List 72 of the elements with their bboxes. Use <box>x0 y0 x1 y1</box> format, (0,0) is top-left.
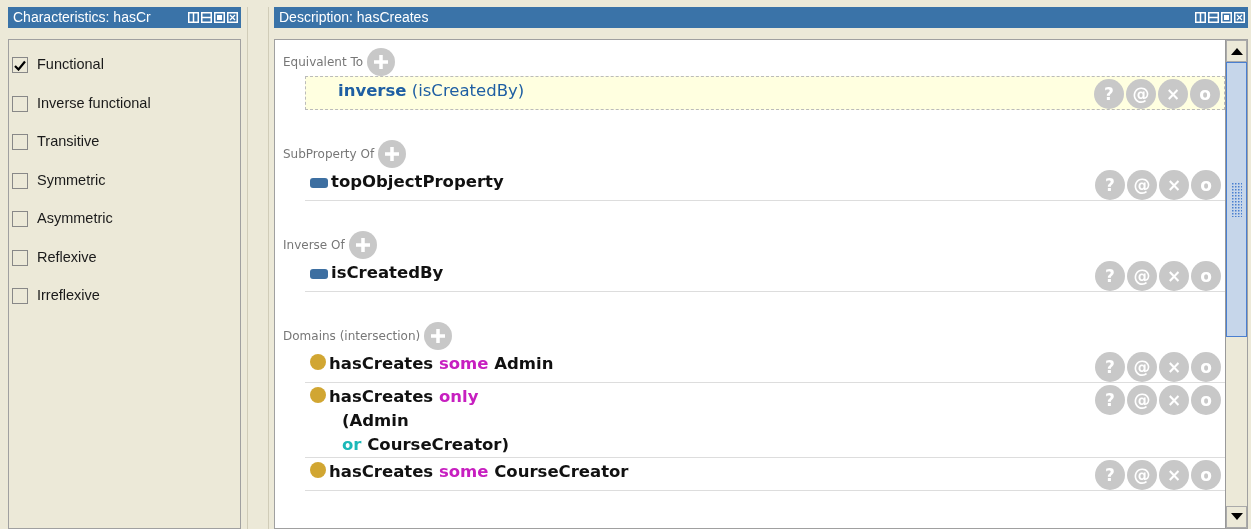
section-label: SubProperty Of <box>283 146 375 163</box>
delete-button[interactable]: × <box>1159 460 1189 490</box>
checkbox[interactable] <box>12 211 28 228</box>
checkbox-label: Symmetric <box>37 170 106 190</box>
expression-text: inverse (isCreatedBy) <box>337 80 526 102</box>
add-button[interactable] <box>378 140 407 168</box>
delete-button[interactable]: × <box>1159 385 1189 415</box>
close-view-icon[interactable] <box>1234 12 1245 23</box>
maximize-view-icon[interactable] <box>1221 12 1232 23</box>
help-button[interactable]: ? <box>1095 170 1125 200</box>
checkbox[interactable] <box>12 172 28 189</box>
annotate-button[interactable]: @ <box>1127 385 1157 415</box>
checkbox-label: Functional <box>37 55 104 75</box>
scrollbar[interactable] <box>1225 40 1247 528</box>
help-button[interactable]: ? <box>1095 460 1125 490</box>
class-icon <box>310 462 326 478</box>
expression-text: topObjectProperty <box>305 170 1095 194</box>
delete-button[interactable]: × <box>1158 79 1188 109</box>
checkbox-label: Irreflexive <box>37 286 100 306</box>
maximize-view-icon[interactable] <box>214 12 225 23</box>
help-button[interactable]: ? <box>1095 261 1125 291</box>
class-icon <box>310 387 326 403</box>
scroll-down-button[interactable] <box>1226 506 1247 528</box>
plus-icon <box>354 237 371 253</box>
annotate-button[interactable]: @ <box>1127 460 1157 490</box>
checkbox[interactable] <box>12 57 28 74</box>
plus-icon <box>430 328 447 344</box>
section-label: Equivalent To <box>283 54 364 71</box>
checkbox[interactable] <box>12 134 28 151</box>
close-view-icon[interactable] <box>227 12 238 23</box>
property-icon <box>310 177 328 188</box>
delete-button[interactable]: × <box>1159 170 1189 200</box>
checkbox[interactable] <box>12 288 28 305</box>
annotate-button[interactable]: @ <box>1127 261 1157 291</box>
property-icon <box>310 268 328 279</box>
plus-icon <box>373 54 390 70</box>
checkbox[interactable] <box>12 249 28 266</box>
up-arrow-icon <box>1230 47 1243 55</box>
checkbox[interactable] <box>12 95 28 112</box>
minimize-view-icon[interactable] <box>201 12 212 23</box>
panel-title: Description: hasCreates <box>279 8 429 27</box>
split-view-icon[interactable] <box>1195 12 1206 23</box>
down-arrow-icon <box>1230 513 1243 521</box>
panel-title: Characteristics: hasCr <box>13 8 151 27</box>
split-view-icon[interactable] <box>188 12 199 23</box>
expression-text: hasCreates some Admin <box>305 352 1095 376</box>
class-icon <box>310 354 326 370</box>
grip-icon <box>1231 182 1242 217</box>
section-label: Inverse Of <box>283 237 345 254</box>
annotate-button[interactable]: @ <box>1126 79 1156 109</box>
help-button[interactable]: ? <box>1095 352 1125 382</box>
delete-button[interactable]: × <box>1159 352 1189 382</box>
add-button[interactable] <box>367 48 396 76</box>
add-button[interactable] <box>424 322 453 350</box>
help-button[interactable]: ? <box>1095 385 1125 415</box>
help-button[interactable]: ? <box>1094 79 1124 109</box>
add-button[interactable] <box>348 231 377 259</box>
expression-text: hasCreates some CourseCreator <box>305 460 1095 484</box>
checkbox-label: Inverse functional <box>37 93 151 113</box>
checkbox-label: Reflexive <box>37 247 97 267</box>
annotate-button[interactable]: @ <box>1127 170 1157 200</box>
plus-icon <box>384 146 401 162</box>
scroll-up-button[interactable] <box>1226 40 1247 62</box>
expression-text: isCreatedBy <box>305 261 1095 285</box>
annotate-button[interactable]: @ <box>1127 352 1157 382</box>
checkbox-label: Asymmetric <box>37 209 113 229</box>
minimize-view-icon[interactable] <box>1208 12 1219 23</box>
checkbox-label: Transitive <box>37 132 100 152</box>
delete-button[interactable]: × <box>1159 261 1189 291</box>
expression-text: hasCreates only (Admin or CourseCreator) <box>305 385 1095 457</box>
scroll-thumb[interactable] <box>1226 62 1247 337</box>
section-label: Domains (intersection) <box>283 328 421 345</box>
